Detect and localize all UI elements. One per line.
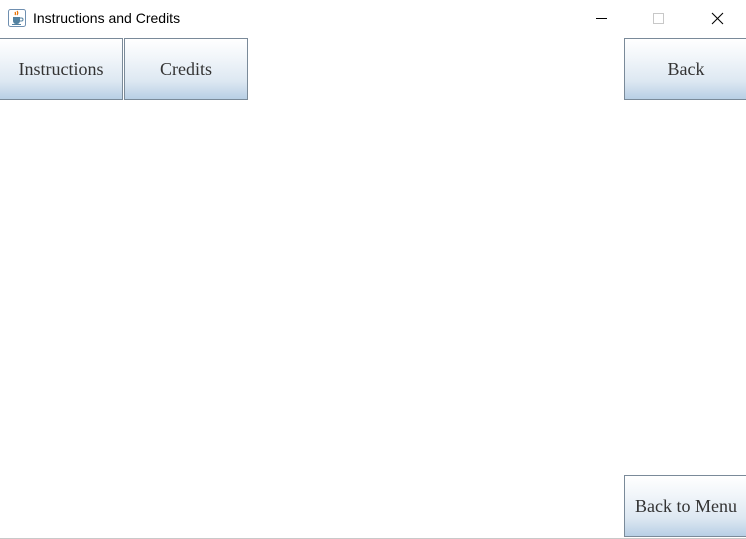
minimize-button[interactable] <box>578 0 624 38</box>
back-button[interactable]: Back <box>624 38 746 100</box>
close-icon <box>711 12 724 25</box>
maximize-button[interactable] <box>636 0 682 38</box>
credits-button[interactable]: Credits <box>124 38 248 100</box>
credits-button-label: Credits <box>160 58 212 79</box>
application-window: Instructions and Credits Instructions Cr… <box>0 0 746 539</box>
back-button-label: Back <box>667 58 705 79</box>
close-button[interactable] <box>694 0 740 38</box>
title-bar[interactable]: Instructions and Credits <box>0 0 746 38</box>
instructions-button-label: Instructions <box>18 58 104 79</box>
back-to-menu-button-label: Back to Menu <box>635 495 737 516</box>
window-title: Instructions and Credits <box>33 10 181 26</box>
instructions-button[interactable]: Instructions <box>0 38 123 100</box>
back-to-menu-button[interactable]: Back to Menu <box>624 475 746 537</box>
minimize-icon <box>596 18 607 19</box>
content-area <box>0 100 746 475</box>
java-coffee-cup-icon[interactable] <box>8 9 26 27</box>
maximize-icon <box>653 13 664 24</box>
